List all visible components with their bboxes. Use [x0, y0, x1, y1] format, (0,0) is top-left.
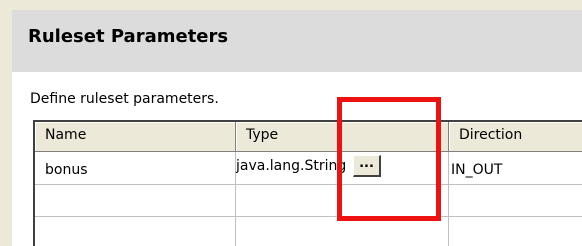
column-header-direction[interactable]: Direction	[449, 122, 582, 152]
column-header-type[interactable]: Type	[236, 122, 449, 152]
section-title: Ruleset Parameters	[28, 26, 229, 47]
cell-direction[interactable]: IN_OUT	[451, 162, 502, 178]
row-divider	[35, 216, 582, 217]
type-browse-button[interactable]: ...	[353, 155, 381, 177]
row-divider	[35, 184, 582, 185]
section-description: Define ruleset parameters.	[30, 91, 219, 107]
column-divider	[448, 152, 449, 246]
cell-name[interactable]: bonus	[45, 162, 88, 178]
parameters-table: Name Type Direction bonus java.lang.Stri…	[33, 120, 582, 246]
column-header-name[interactable]: Name	[35, 122, 236, 152]
